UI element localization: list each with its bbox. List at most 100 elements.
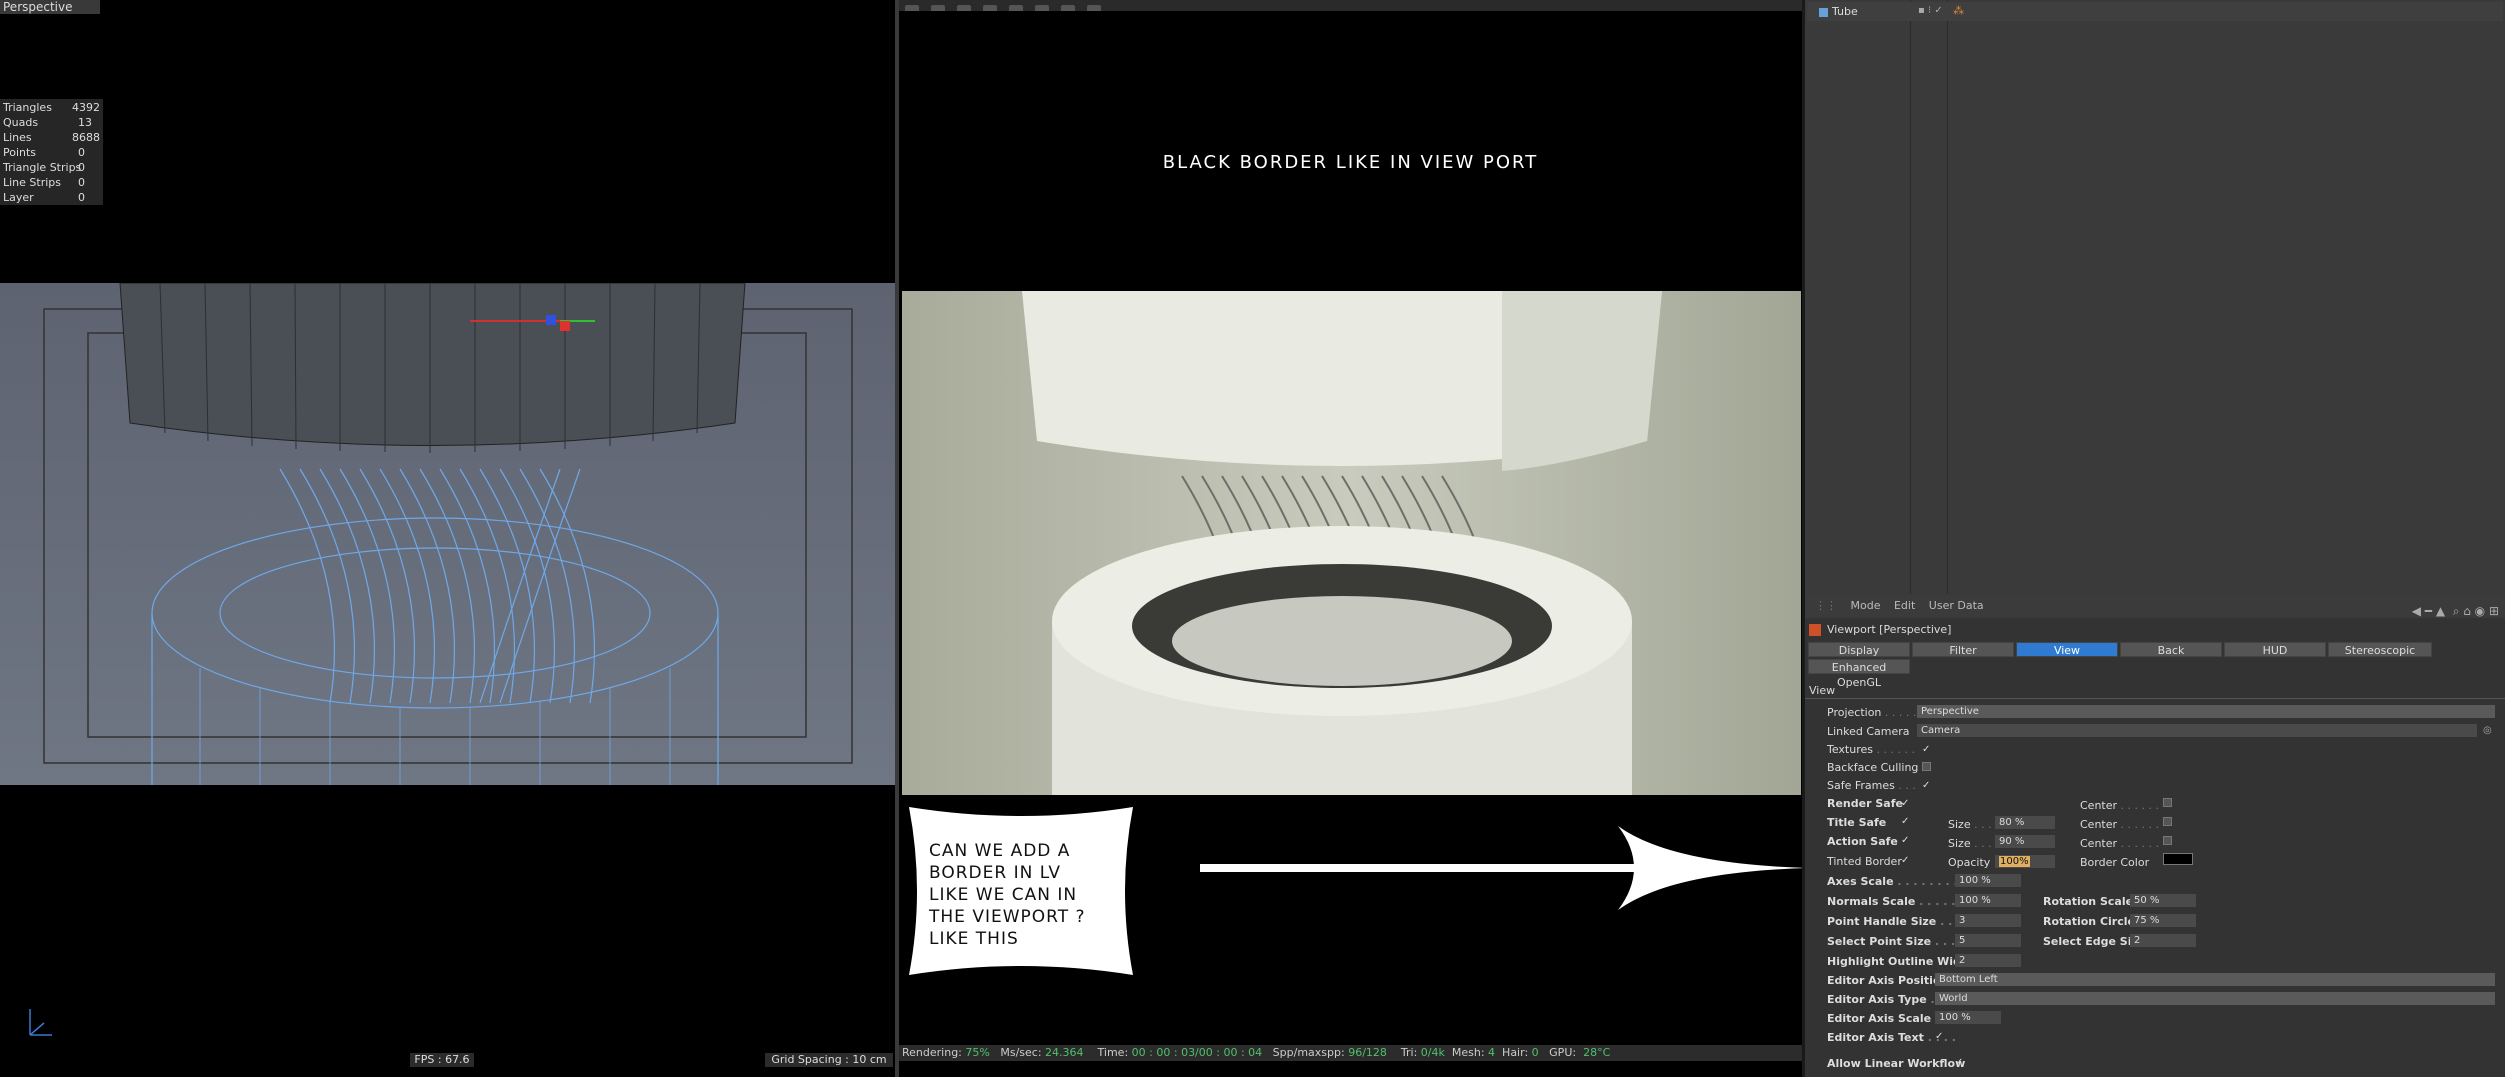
attribute-title: Viewport [Perspective] xyxy=(1809,622,1951,638)
axis-type-dropdown[interactable]: World xyxy=(1935,992,2495,1005)
bubble-text: CAN WE ADD A BORDER IN LV LIKE WE CAN IN… xyxy=(929,841,1086,949)
highlight-outline-field[interactable]: 2 xyxy=(1955,954,2021,967)
select-point-field[interactable]: 5 xyxy=(1955,934,2021,947)
attribute-menu-bar: ⋮⋮ Mode Edit User Data ◀ ━ ▲ ⌕ ⌂ ◉ ⊞ xyxy=(1805,594,2505,618)
object-row-tube[interactable]: Tube xyxy=(1807,2,2503,21)
column-divider xyxy=(1910,0,1911,594)
menu-mode[interactable]: Mode xyxy=(1851,594,1881,618)
object-name[interactable]: Tube xyxy=(1832,5,1858,18)
tab-hud[interactable]: HUD xyxy=(2224,642,2326,657)
render-center-checkbox[interactable] xyxy=(2163,798,2172,807)
status-spp-value: 96/128 xyxy=(1348,1046,1387,1059)
object-visibility-icons[interactable]: ▪ ⁝ ✓ xyxy=(1918,5,1943,16)
viewport-label[interactable]: Perspective xyxy=(0,0,100,14)
stat-row: Layer 0 xyxy=(3,190,100,205)
status-hair-value: 0 xyxy=(1531,1046,1539,1059)
textures-checkbox[interactable]: ✓ xyxy=(1922,745,1931,755)
viewport-scene[interactable] xyxy=(0,283,895,785)
tab-stereoscopic[interactable]: Stereoscopic xyxy=(2328,642,2432,657)
live-viewer-toolbar xyxy=(899,0,1802,11)
action-safe-label: Action Safe xyxy=(1827,835,1898,848)
toolbar-icon[interactable] xyxy=(1061,5,1075,11)
tube-icon xyxy=(1819,7,1828,17)
backface-culling-checkbox[interactable] xyxy=(1922,762,1931,771)
editor-viewport[interactable]: Perspective Triangles 4392 Quads 13 Lines 8… xyxy=(0,0,895,1077)
status-mesh-value: 4 xyxy=(1488,1046,1496,1059)
status-ms-value: 24.364 xyxy=(1045,1046,1084,1059)
tab-view[interactable]: View xyxy=(2016,642,2118,657)
stat-value: 0 xyxy=(78,146,85,159)
point-handle-field[interactable]: 3 xyxy=(1955,914,2021,927)
point-handle-label: Point Handle Size . . . . . xyxy=(1827,915,1976,928)
axes-scale-field[interactable]: 100 % xyxy=(1955,874,2021,887)
render-center-label: Center . . . . . . xyxy=(2080,799,2159,812)
axis-position-label: Editor Axis Position xyxy=(1827,974,1949,987)
twisted-strands xyxy=(279,468,595,704)
object-tag-icon[interactable]: ⁂ xyxy=(1953,4,1964,17)
action-safe-checkbox[interactable]: ✓ xyxy=(1901,836,1910,846)
title-center-checkbox[interactable] xyxy=(2163,817,2172,826)
camera-picker-icon[interactable]: ◎ xyxy=(2483,726,2492,736)
normals-scale-label: Normals Scale . . . . . . . xyxy=(1827,895,1972,908)
section-divider xyxy=(1805,698,2505,699)
toolbar-icon[interactable] xyxy=(1009,5,1023,11)
toolbar-icon[interactable] xyxy=(1035,5,1049,11)
tab-display[interactable]: Display xyxy=(1808,642,1910,657)
rotation-scale-label: Rotation Scale xyxy=(2043,895,2134,908)
axis-gizmo-icon xyxy=(29,1009,52,1036)
highlight-outline-label: Highlight Outline Width xyxy=(1827,955,1974,968)
tinted-border-label: Tinted Border xyxy=(1827,855,1902,868)
menu-user-data[interactable]: User Data xyxy=(1929,594,1984,618)
tab-filter[interactable]: Filter xyxy=(1912,642,2014,657)
rotation-scale-field[interactable]: 50 % xyxy=(2130,894,2196,907)
stat-name: Layer xyxy=(3,191,34,204)
stat-value: 0 xyxy=(78,176,85,189)
axis-text-checkbox[interactable]: ✓ xyxy=(1935,1032,1944,1042)
tab-enhanced-opengl[interactable]: Enhanced OpenGL xyxy=(1808,659,1910,689)
menu-edit[interactable]: Edit xyxy=(1894,594,1915,618)
attribute-toolbar-icons[interactable]: ◀ ━ ▲ ⌕ ⌂ ◉ ⊞ xyxy=(2412,599,2499,623)
action-size-field[interactable]: 90 % xyxy=(1995,835,2055,848)
projection-dropdown[interactable]: Perspective xyxy=(1917,705,2495,718)
opacity-field[interactable]: 100% xyxy=(1995,855,2055,868)
border-color-label: Border Color xyxy=(2080,856,2150,869)
tinted-border-checkbox[interactable]: ✓ xyxy=(1901,856,1910,866)
border-color-swatch[interactable] xyxy=(2163,853,2193,865)
stat-name: Triangles xyxy=(3,101,52,114)
select-edge-field[interactable]: 2 xyxy=(2130,934,2196,947)
action-center-label: Center . . . . . . xyxy=(2080,837,2159,850)
stat-row: Line Strips 0 xyxy=(3,175,100,190)
action-center-checkbox[interactable] xyxy=(2163,836,2172,845)
status-mesh-label: Mesh: xyxy=(1451,1046,1485,1059)
stat-value: 13 xyxy=(78,116,92,129)
bottom-cylinder-rim xyxy=(151,517,719,709)
title-center-label: Center . . . . . . xyxy=(2080,818,2159,831)
linear-workflow-label: Allow Linear Workflow xyxy=(1827,1057,1966,1070)
section-title: View xyxy=(1809,684,1836,697)
opacity-label: Opacity xyxy=(1948,856,1991,869)
tab-back[interactable]: Back xyxy=(2120,642,2222,657)
normals-scale-field[interactable]: 100 % xyxy=(1955,894,2021,907)
safe-frames-checkbox[interactable]: ✓ xyxy=(1922,781,1931,791)
object-manager[interactable]: Tube ▪ ⁝ ✓ ⁂ xyxy=(1805,0,2505,594)
viewport-stats: Triangles 4392 Quads 13 Lines 8688 Points 0 … xyxy=(0,99,103,205)
toolbar-icon[interactable] xyxy=(957,5,971,11)
linear-workflow-checkbox[interactable]: ✓ xyxy=(1955,1058,1964,1068)
status-gpu-label: GPU: xyxy=(1549,1046,1577,1059)
opacity-value[interactable]: 100% xyxy=(1999,856,2030,867)
axis-scale-field[interactable]: 100 % xyxy=(1935,1011,2001,1024)
axis-position-dropdown[interactable]: Bottom Left xyxy=(1935,973,2495,986)
toolbar-icon[interactable] xyxy=(983,5,997,11)
toolbar-icon[interactable] xyxy=(931,5,945,11)
linked-camera-field[interactable]: Camera xyxy=(1917,724,2477,737)
toolbar-icon[interactable] xyxy=(1087,5,1101,11)
toolbar-icon[interactable] xyxy=(905,5,919,11)
column-divider xyxy=(1947,0,1948,594)
status-tri-label: Tri: xyxy=(1400,1046,1418,1059)
rotation-circle-field[interactable]: 75 % xyxy=(2130,914,2196,927)
status-time-value: 00 : 00 : 03/00 : 00 : 04 xyxy=(1131,1046,1263,1059)
grip-icon: ⋮⋮ xyxy=(1815,599,1837,612)
title-size-field[interactable]: 80 % xyxy=(1995,816,2055,829)
render-safe-checkbox[interactable]: ✓ xyxy=(1901,799,1910,809)
title-safe-checkbox[interactable]: ✓ xyxy=(1901,817,1910,827)
